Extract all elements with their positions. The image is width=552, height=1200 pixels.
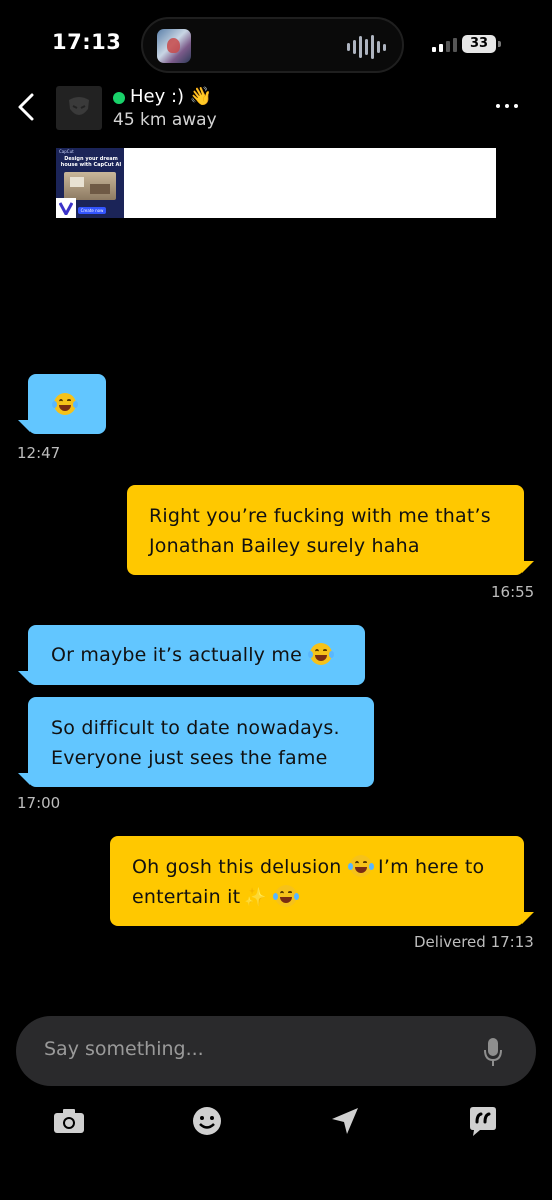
camera-icon[interactable]: [52, 1104, 86, 1138]
battery-icon: 33: [462, 35, 496, 53]
ad-room-illustration: [64, 172, 116, 200]
message-timestamp: 17:00: [17, 794, 61, 812]
contact-status[interactable]: Hey :) 👋: [130, 86, 212, 107]
bubble-tail: [18, 671, 30, 683]
ad-headline: Design your dream house with CapCut AI: [60, 156, 122, 168]
ad-image: CapCut Design your dream house with CapC…: [56, 148, 124, 218]
ad-cta-button[interactable]: Create now: [78, 207, 106, 214]
message-timestamp: 12:47: [17, 444, 61, 462]
laughing-tears-emoji-icon: [347, 855, 374, 877]
message-input[interactable]: Say something...: [16, 1016, 536, 1086]
ad-banner[interactable]: CapCut Design your dream house with CapC…: [56, 148, 496, 218]
more-options-icon[interactable]: [496, 104, 518, 108]
incoming-message[interactable]: [28, 374, 106, 434]
laughing-tears-emoji-icon: [308, 643, 335, 665]
sparkles-emoji-icon: ✨: [244, 887, 267, 908]
emoji-icon[interactable]: [190, 1104, 224, 1138]
avatar[interactable]: [56, 86, 102, 130]
bubble-tail: [18, 773, 30, 785]
message-input-placeholder: Say something...: [44, 1038, 204, 1060]
ad-logo-icon: [56, 198, 76, 218]
message-text: Oh gosh this delusion: [132, 856, 342, 878]
incoming-message[interactable]: Or maybe it’s actually me: [28, 625, 365, 685]
message-delivery-status: Delivered 17:13: [414, 933, 534, 951]
outgoing-message[interactable]: Oh gosh this delusion I’m here to entert…: [110, 836, 524, 926]
bubble-tail: [522, 912, 534, 924]
status-time: 17:13: [52, 30, 122, 54]
dynamic-island[interactable]: [141, 17, 404, 73]
incoming-message[interactable]: So difficult to date nowadays. Everyone …: [28, 697, 374, 787]
location-icon[interactable]: [328, 1104, 362, 1138]
audio-waveform-icon: [347, 34, 386, 60]
saved-phrases-icon[interactable]: [466, 1104, 500, 1138]
online-status-dot: [113, 92, 125, 104]
chat-screen: 17:13 33 Hey :) 👋 45 km away CapCut Desi…: [0, 0, 552, 1200]
outgoing-message[interactable]: Right you’re fucking with me that’s Jona…: [127, 485, 524, 575]
signal-icon: [432, 38, 457, 52]
message-text: Or maybe it’s actually me: [51, 644, 302, 666]
laughing-tears-emoji-icon: [52, 393, 78, 415]
bubble-tail: [522, 561, 534, 573]
default-avatar-icon: [69, 97, 89, 115]
microphone-icon[interactable]: [482, 1036, 504, 1068]
message-text: So difficult to date nowadays. Everyone …: [51, 717, 340, 769]
laughing-tears-emoji-icon: [273, 885, 300, 907]
now-playing-artwork: [157, 29, 191, 63]
battery-tip: [498, 41, 501, 47]
message-timestamp: 16:55: [491, 583, 535, 601]
back-icon[interactable]: [10, 90, 44, 124]
message-text: I’m here to: [378, 856, 485, 878]
ad-brand: CapCut: [59, 149, 74, 154]
contact-distance: 45 km away: [113, 110, 217, 130]
bubble-tail: [18, 420, 30, 432]
message-text: entertain it: [132, 886, 241, 908]
message-text: Right you’re fucking with me that’s Jona…: [149, 505, 491, 557]
